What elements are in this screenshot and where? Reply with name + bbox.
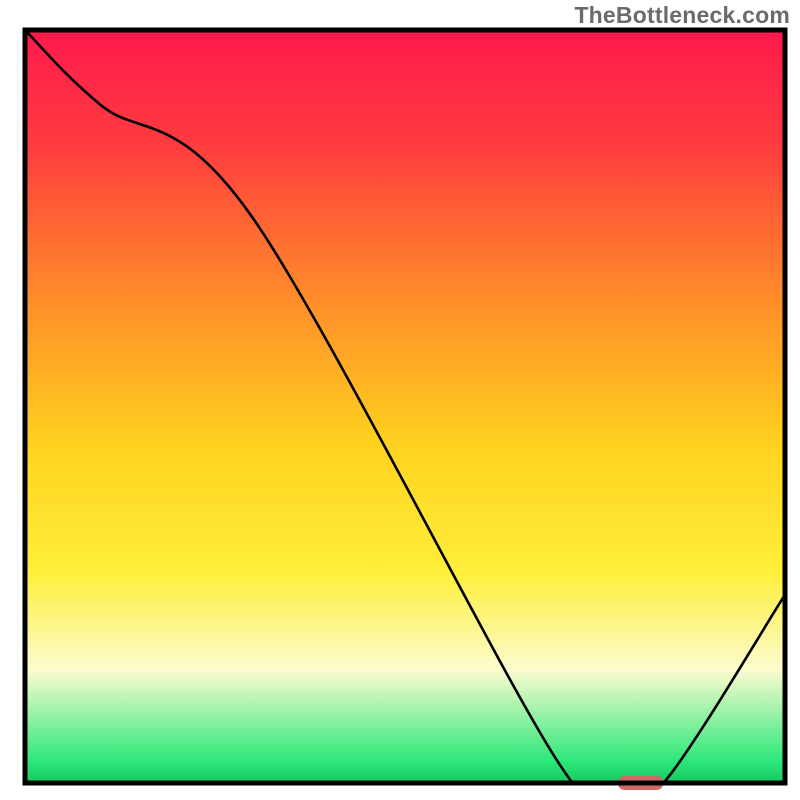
chart-container: TheBottleneck.com	[0, 0, 800, 800]
gradient-background	[25, 30, 785, 783]
bottleneck-chart	[0, 0, 800, 800]
plot-area	[25, 30, 785, 800]
